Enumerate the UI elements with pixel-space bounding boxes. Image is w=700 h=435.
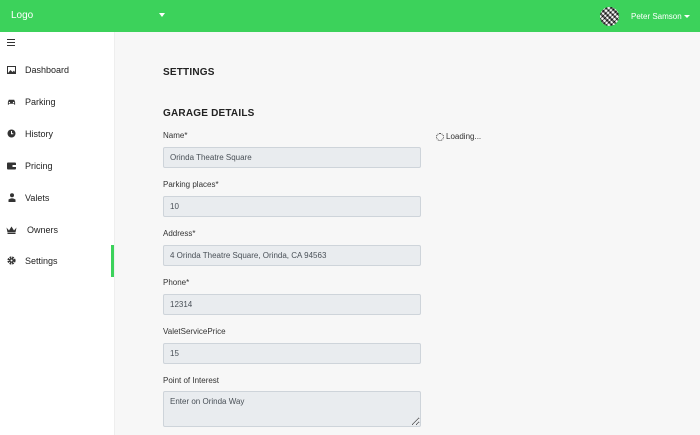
phone-label: Phone* [163,278,190,287]
avatar[interactable] [600,7,619,26]
sidebar-item-label: History [25,129,54,139]
phone-field[interactable] [163,294,421,315]
sidebar-item-label: Valets [25,193,50,203]
page-title: SETTINGS [163,67,215,78]
point-of-interest-field[interactable]: Enter on Orinda Way [163,391,421,427]
sidebar-item-pricing[interactable]: Pricing [0,155,114,177]
top-navbar: Logo Peter Samson [0,0,700,32]
menu-icon[interactable] [7,39,15,46]
user-name[interactable]: Peter Samson [631,12,682,21]
point-of-interest-label: Point of Interest [163,376,220,385]
valet-service-price-label: ValetServicePrice [163,327,226,336]
address-label: Address* [163,229,196,238]
crown-icon [6,225,17,234]
image-icon [7,65,16,74]
sidebar: Dashboard Parking History Pricing Valets… [0,32,115,435]
loading-indicator: Loading... [436,132,481,141]
parking-places-label: Parking places* [163,180,219,189]
user-menu-chevron-icon[interactable] [684,15,690,18]
car-icon [7,97,16,106]
spinner-icon [436,132,444,141]
user-icon [7,193,16,202]
sidebar-item-valets[interactable]: Valets [0,187,114,209]
section-title: GARAGE DETAILS [163,108,255,119]
sidebar-item-dashboard[interactable]: Dashboard [0,59,114,81]
name-field[interactable] [163,147,421,168]
logo[interactable]: Logo [11,10,33,21]
wallet-icon [7,161,16,170]
name-label: Name* [163,131,188,140]
clock-icon [7,129,16,138]
valet-service-price-field[interactable] [163,343,421,364]
sidebar-item-settings[interactable]: Settings [0,245,114,277]
sidebar-item-history[interactable]: History [0,123,114,145]
sidebar-item-label: Pricing [25,161,53,171]
loading-text: Loading... [446,132,482,141]
sidebar-item-parking[interactable]: Parking [0,91,114,113]
sidebar-item-label: Owners [27,225,59,235]
sidebar-item-label: Settings [25,256,58,266]
parking-places-field[interactable] [163,196,421,217]
gear-icon [7,256,16,265]
sidebar-item-owners[interactable]: Owners [0,219,114,241]
sidebar-item-label: Parking [25,97,56,107]
main-content: SETTINGS GARAGE DETAILS Loading... Name*… [115,32,700,435]
address-field[interactable] [163,245,421,266]
sidebar-item-label: Dashboard [25,65,70,75]
chevron-down-icon[interactable] [159,13,165,17]
